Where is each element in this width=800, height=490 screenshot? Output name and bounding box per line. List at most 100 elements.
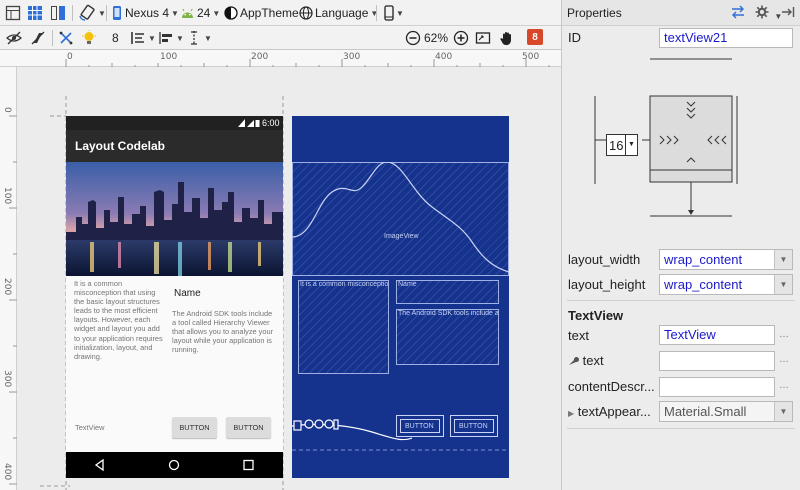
layout-width-label: layout_width <box>568 252 641 267</box>
divider <box>567 300 795 301</box>
chevron-down-icon: ▼ <box>171 8 179 18</box>
hide-panel-icon[interactable] <box>781 5 795 22</box>
wifi-signal-icon <box>238 119 260 127</box>
name-label: Name <box>174 288 201 299</box>
bp-constraint-chain-icon <box>292 419 509 451</box>
tools-text-label: text <box>582 353 604 368</box>
layout-width-value: wrap_content <box>664 252 743 267</box>
ruler-label: 300 <box>343 52 361 62</box>
status-bar: 6:00 <box>66 116 283 130</box>
language-selector[interactable]: Language ▼ <box>299 2 378 24</box>
id-field[interactable]: textView21 <box>659 28 793 48</box>
content-description-label: contentDescr... <box>568 379 655 394</box>
layout-width-dropdown[interactable]: wrap_content ▼ <box>659 249 793 270</box>
more-icon[interactable]: … <box>779 380 789 391</box>
preview-button-1[interactable]: BUTTON <box>172 417 217 438</box>
theme-icon <box>224 6 238 20</box>
layout-height-dropdown[interactable]: wrap_content ▼ <box>659 274 793 295</box>
ruler-label: 300 <box>2 370 12 388</box>
layout-height-label: layout_height <box>568 277 646 292</box>
ruler-label: 0 <box>67 52 73 62</box>
navigation-bar <box>66 452 283 478</box>
id-label: ID <box>568 30 581 45</box>
blueprint-view-icon[interactable] <box>27 2 43 24</box>
layout-variants-selector[interactable]: ▼ <box>384 2 404 24</box>
bp-name: Name <box>398 281 417 288</box>
bp-body-text-box[interactable] <box>298 280 389 374</box>
text-appearance-row[interactable]: ▶ textAppear... <box>568 404 651 419</box>
phone-icon <box>113 6 121 20</box>
text-label: text <box>568 328 589 343</box>
text-appearance-label: textAppear... <box>577 404 651 419</box>
show-constraints-icon[interactable] <box>6 27 22 49</box>
zoom-in-icon[interactable] <box>453 27 469 49</box>
design-preview[interactable]: 6:00 Layout Codelab It is a common misco… <box>66 116 283 478</box>
align-icon[interactable]: ▼ <box>158 27 184 49</box>
pack-icon[interactable]: ▼ <box>130 27 156 49</box>
pan-hand-icon[interactable] <box>499 27 515 49</box>
text-field[interactable]: TextView <box>659 325 775 345</box>
clear-constraints-icon[interactable] <box>58 27 74 49</box>
globe-icon <box>299 6 313 20</box>
autoconnect-icon[interactable] <box>30 27 46 49</box>
more-icon[interactable]: … <box>779 329 789 340</box>
api-level: 24 <box>197 6 211 20</box>
infer-constraints-icon[interactable] <box>81 27 97 49</box>
chevron-down-icon: ▼ <box>774 250 792 269</box>
bp-image-placeholder-icon <box>292 162 509 273</box>
hero-image <box>66 162 283 276</box>
chevron-down-icon: ▼ <box>212 8 221 18</box>
both-views-icon[interactable] <box>50 2 66 24</box>
ruler-label: 200 <box>2 278 12 296</box>
ruler-label: 100 <box>160 52 178 62</box>
zoom-level: 62% <box>424 31 449 45</box>
layout-height-value: wrap_content <box>664 277 743 292</box>
device-name: Nexus 4 <box>125 6 170 20</box>
left-margin-field[interactable]: 16 ▼ <box>606 134 638 156</box>
orientation-icon[interactable]: ▼ <box>78 2 106 24</box>
zoom-out-icon[interactable] <box>405 27 421 49</box>
device-selector[interactable]: Nexus 4 ▼ <box>112 2 179 24</box>
guidelines-icon[interactable]: ▼ <box>186 27 212 49</box>
swap-view-icon[interactable] <box>730 5 746 22</box>
chevron-down-icon: ▼ <box>396 8 404 18</box>
preview-button-2[interactable]: BUTTON <box>226 417 271 438</box>
design-toolbar: ▼ Nexus 4 ▼ 24 ▼ AppTheme Language ▼ ▼ <box>0 0 561 26</box>
expand-arrow-icon[interactable]: ▶ <box>568 409 574 418</box>
status-time: 6:00 <box>262 118 280 128</box>
chevron-down-icon: ▼ <box>148 33 156 43</box>
bp-imageview-label: ImageView <box>384 233 419 240</box>
more-icon[interactable]: … <box>779 354 789 365</box>
chevron-down-icon: ▼ <box>370 8 379 18</box>
android-icon <box>182 8 193 18</box>
text-appearance-dropdown[interactable]: Material.Small ▼ <box>659 401 793 422</box>
gear-icon[interactable]: ▼ <box>755 5 782 22</box>
blueprint-view[interactable]: ImageView It is a common misconceptio Na… <box>292 116 509 478</box>
tools-text-label-row: text <box>568 353 604 368</box>
theme-selector[interactable]: AppTheme <box>224 2 299 24</box>
warnings-badge[interactable]: 8 <box>527 29 543 45</box>
content-description-field[interactable] <box>659 377 775 397</box>
api-selector[interactable]: 24 ▼ <box>180 2 220 24</box>
back-icon <box>94 458 104 472</box>
language-label: Language <box>315 6 369 20</box>
ruler-label: 400 <box>435 52 453 62</box>
section-header: TextView <box>568 308 624 323</box>
text-appearance-value: Material.Small <box>664 404 747 419</box>
chevron-down-icon: ▼ <box>98 8 106 18</box>
divider <box>567 428 795 429</box>
properties-panel: Properties ▼ ID textView21 16 ▼ layout_w… <box>561 0 800 490</box>
ruler-label: 500 <box>522 52 540 62</box>
textview-label: TextView <box>75 423 105 432</box>
chevron-down-icon: ▼ <box>204 33 212 43</box>
design-view-icon[interactable] <box>5 2 21 24</box>
sdk-text: The Android SDK tools include a tool cal… <box>172 309 274 355</box>
bp-sdk-text-box[interactable] <box>396 309 499 365</box>
bp-text1: It is a common misconceptio <box>300 281 388 288</box>
zoom-to-fit-icon[interactable] <box>475 27 491 49</box>
chevron-down-icon: ▼ <box>176 33 184 43</box>
chevron-down-icon: ▼ <box>774 402 792 421</box>
horizontal-ruler: 0 100 200 300 400 500 <box>0 50 561 67</box>
tools-text-field[interactable] <box>659 351 775 371</box>
default-margin[interactable]: 8 <box>112 27 119 49</box>
